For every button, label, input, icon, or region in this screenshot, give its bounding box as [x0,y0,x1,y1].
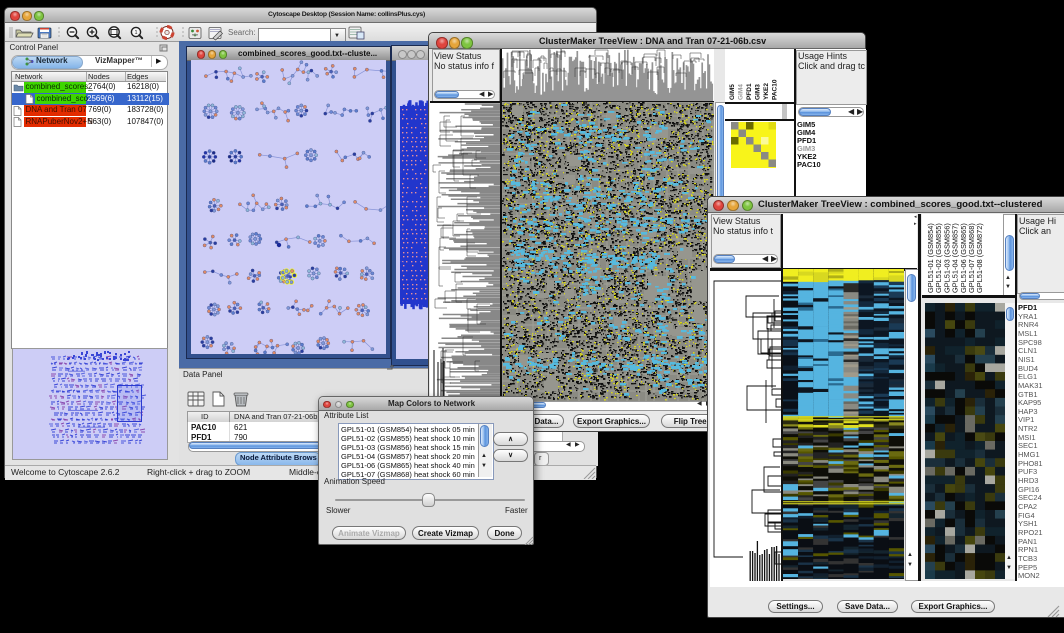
svg-text:GIM4: GIM4 [738,84,745,100]
svg-text:GPL51-08 (GSM872): GPL51-08 (GSM872) [975,223,984,293]
svg-text:PAC10: PAC10 [772,79,779,100]
svg-text:GIM3: GIM3 [755,84,762,100]
svg-text:YKE2: YKE2 [763,83,770,100]
svg-text:GIM5: GIM5 [729,84,736,100]
svg-text:1: 1 [134,30,137,36]
svg-text:PFD1: PFD1 [746,83,753,100]
